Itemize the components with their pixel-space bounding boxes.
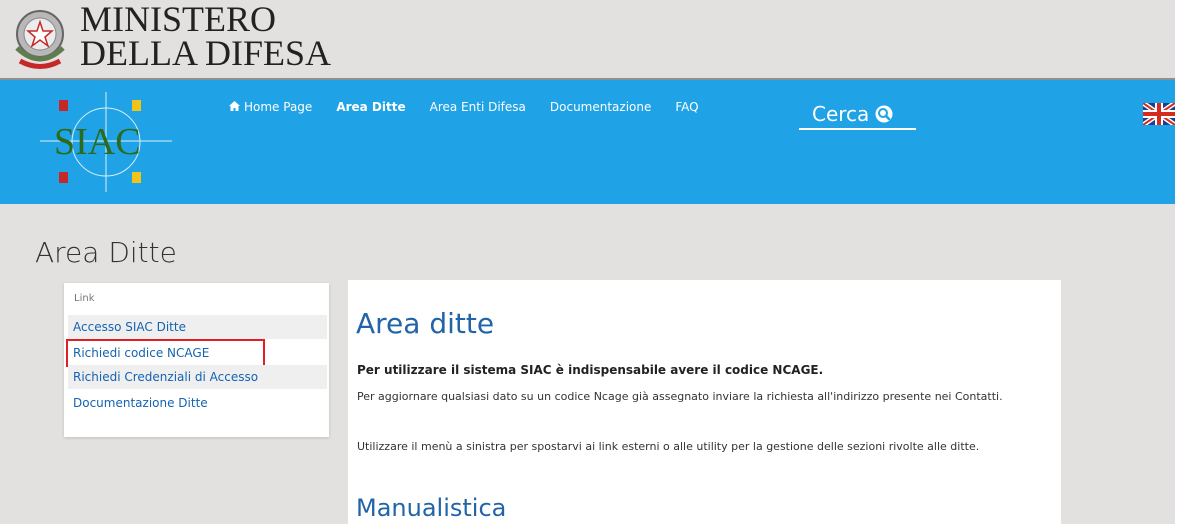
siac-logo[interactable]: SIAC xyxy=(40,92,172,192)
search-label: Cerca xyxy=(812,102,870,126)
nav-faq-link[interactable]: FAQ xyxy=(675,100,698,114)
sidebar-item-richiedi-codice-ncage[interactable]: Richiedi codice NCAGE xyxy=(66,339,265,367)
nav-area-enti-link[interactable]: Area Enti Difesa xyxy=(430,100,526,114)
nav-documentazione-link[interactable]: Documentazione xyxy=(550,100,651,114)
sidebar-label: Link xyxy=(74,293,95,304)
page: MINISTERO DELLA DIFESA SIAC Home Page Ar… xyxy=(0,0,1175,524)
sidebar-item-documentazione-ditte[interactable]: Documentazione Ditte xyxy=(68,391,327,415)
uk-flag-icon[interactable] xyxy=(1143,103,1175,125)
main-content: Area ditte Per utilizzare il sistema SIA… xyxy=(348,280,1061,524)
search-icon[interactable] xyxy=(875,105,893,123)
main-navbar: SIAC Home Page Area Ditte Area Enti Dife… xyxy=(0,80,1175,204)
ministry-title-line2: DELLA DIFESA xyxy=(80,33,331,73)
republic-emblem-icon xyxy=(15,10,65,69)
sidebar-item-richiedi-credenziali[interactable]: Richiedi Credenziali di Accesso xyxy=(68,365,327,389)
ministry-title-line1: MINISTERO xyxy=(80,0,276,39)
nav-home-link[interactable]: Home Page xyxy=(229,100,312,114)
top-navigation: Home Page Area Ditte Area Enti Difesa Do… xyxy=(229,100,723,114)
ministry-header: MINISTERO DELLA DIFESA xyxy=(0,0,1175,80)
page-title: Area Ditte xyxy=(35,236,177,269)
sidebar-item-accesso-siac-ditte[interactable]: Accesso SIAC Ditte xyxy=(68,315,327,339)
nav-home-label: Home Page xyxy=(244,100,313,114)
content-intro: Per utilizzare il sistema SIAC è indispe… xyxy=(357,363,824,377)
siac-logo-text: SIAC xyxy=(54,121,141,163)
content-heading: Area ditte xyxy=(356,307,495,340)
home-icon xyxy=(229,101,240,111)
content-paragraph-1: Per aggiornare qualsiasi dato su un codi… xyxy=(357,390,1003,403)
nav-area-ditte-link[interactable]: Area Ditte xyxy=(336,100,405,114)
search-box[interactable]: Cerca xyxy=(799,100,916,130)
link-sidebar: Link Accesso SIAC Ditte Richiedi codice … xyxy=(64,283,329,437)
content-subheading: Manualistica xyxy=(356,494,507,522)
ministry-title: MINISTERO DELLA DIFESA xyxy=(80,0,331,73)
content-paragraph-2: Utilizzare il menù a sinistra per sposta… xyxy=(357,440,980,453)
